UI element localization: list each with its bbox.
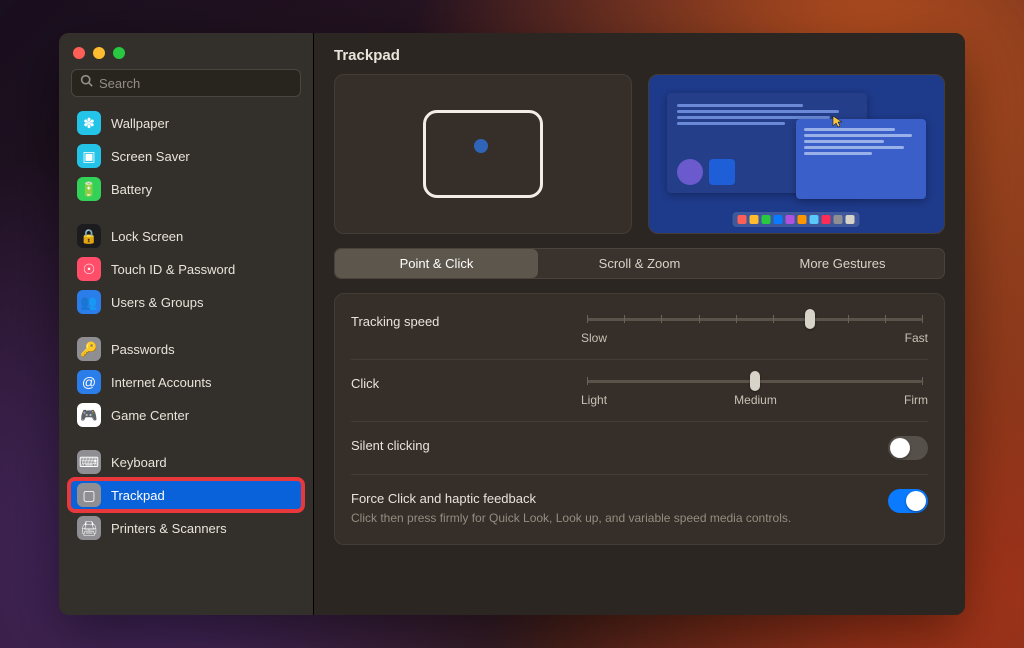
tracking-min-label: Slow [581,331,607,345]
sidebar-item-wallpaper[interactable]: ✽ Wallpaper [69,107,303,139]
tab-scrollzoom[interactable]: Scroll & Zoom [538,249,741,278]
click-label: Click [351,374,581,391]
wallpaper-icon: ✽ [77,111,101,135]
settings-panel: Tracking speed Slow Fast Click [334,293,945,545]
gesture-preview [648,74,946,234]
row-force-click: Force Click and haptic feedback Click th… [351,475,928,540]
search-icon [80,74,93,92]
sidebar-item-label: Game Center [111,408,189,423]
gamecenter-icon: 🎮 [77,403,101,427]
click-max-label: Firm [904,393,928,407]
sidebar-item-gamecenter[interactable]: 🎮 Game Center [69,399,303,431]
sidebar-item-touchid[interactable]: ☉ Touch ID & Password [69,253,303,285]
internet-icon: @ [77,370,101,394]
sidebar-item-label: Printers & Scanners [111,521,227,536]
sidebar-item-users[interactable]: 👥 Users & Groups [69,286,303,318]
sidebar-item-keyboard[interactable]: ⌨ Keyboard [69,446,303,478]
minimize-icon[interactable] [93,47,105,59]
window-controls [59,33,313,69]
sidebar-item-label: Screen Saver [111,149,190,164]
printers-icon: 🖨 [77,516,101,540]
row-tracking-speed: Tracking speed Slow Fast [351,298,928,360]
tab-moregestures[interactable]: More Gestures [741,249,944,278]
sidebar-item-label: Passwords [111,342,175,357]
sidebar-item-internet[interactable]: @ Internet Accounts [69,366,303,398]
force-click-toggle[interactable] [888,489,928,513]
trackpad-icon [423,110,543,198]
silent-clicking-toggle[interactable] [888,436,928,460]
tab-bar: Point & ClickScroll & ZoomMore Gestures [334,248,945,279]
click-min-label: Light [581,393,607,407]
dock-preview [733,212,860,227]
cursor-icon [832,115,846,129]
force-click-description: Click then press firmly for Quick Look, … [351,510,851,526]
click-mid-label: Medium [734,393,777,407]
sidebar-item-label: Users & Groups [111,295,203,310]
screensaver-icon: ▣ [77,144,101,168]
sidebar-list: ✽ Wallpaper ▣ Screen Saver 🔋 Battery 🔒 Lock Scr… [59,105,313,615]
preview-row [334,74,945,234]
sidebar: ✽ Wallpaper ▣ Screen Saver 🔋 Battery 🔒 Lock Scr… [59,33,314,615]
tracking-max-label: Fast [905,331,928,345]
sidebar-item-label: Keyboard [111,455,167,470]
sidebar-item-label: Battery [111,182,152,197]
sidebar-item-label: Touch ID & Password [111,262,235,277]
passwords-icon: 🔑 [77,337,101,361]
tab-pointclick[interactable]: Point & Click [335,249,538,278]
touchid-icon: ☉ [77,257,101,281]
silent-clicking-label: Silent clicking [351,436,581,453]
page-title: Trackpad [314,33,965,74]
sidebar-item-screensaver[interactable]: ▣ Screen Saver [69,140,303,172]
content-pane: Trackpad [314,33,965,615]
trackpad-icon: ▢ [77,483,101,507]
tracking-speed-label: Tracking speed [351,312,581,329]
tracking-speed-slider[interactable] [581,312,928,321]
sidebar-item-battery[interactable]: 🔋 Battery [69,173,303,205]
click-slider[interactable] [581,374,928,383]
sidebar-item-label: Trackpad [111,488,165,503]
zoom-icon[interactable] [113,47,125,59]
force-click-label: Force Click and haptic feedback [351,489,888,506]
row-click: Click Light Medium Firm [351,360,928,422]
sidebar-item-label: Internet Accounts [111,375,211,390]
trackpad-preview [334,74,632,234]
users-icon: 👥 [77,290,101,314]
trackpad-cursor-icon [474,139,488,153]
close-icon[interactable] [73,47,85,59]
sidebar-item-printers[interactable]: 🖨 Printers & Scanners [69,512,303,544]
search-input[interactable] [99,76,292,91]
sidebar-item-label: Wallpaper [111,116,169,131]
settings-window: ✽ Wallpaper ▣ Screen Saver 🔋 Battery 🔒 Lock Scr… [59,33,965,615]
search-field[interactable] [71,69,301,97]
battery-icon: 🔋 [77,177,101,201]
sidebar-item-trackpad[interactable]: ▢ Trackpad [69,479,303,511]
keyboard-icon: ⌨ [77,450,101,474]
sidebar-item-label: Lock Screen [111,229,183,244]
sidebar-item-lockscreen[interactable]: 🔒 Lock Screen [69,220,303,252]
row-silent-clicking: Silent clicking [351,422,928,475]
lockscreen-icon: 🔒 [77,224,101,248]
sidebar-item-passwords[interactable]: 🔑 Passwords [69,333,303,365]
